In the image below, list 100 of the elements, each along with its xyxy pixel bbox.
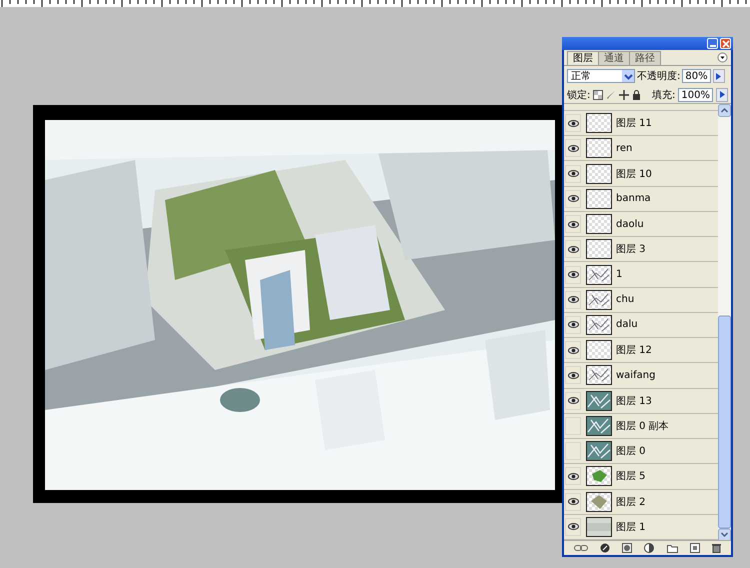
layer-name: ren	[616, 142, 632, 154]
layer-thumbnail	[586, 264, 612, 284]
eye-icon	[568, 120, 578, 127]
move-icon[interactable]	[619, 90, 630, 100]
layer-row[interactable]: 图层 12	[564, 338, 718, 364]
layer-name: 图层 13	[616, 394, 652, 408]
mask-icon[interactable]	[622, 543, 632, 553]
layer-thumbnail	[586, 340, 612, 360]
eye-icon	[568, 220, 578, 228]
panel-tab[interactable]: 图层	[567, 51, 599, 65]
visibility-toggle[interactable]	[565, 492, 581, 511]
visibility-toggle[interactable]	[565, 215, 581, 234]
visibility-toggle[interactable]	[565, 114, 581, 132]
eye-icon	[568, 170, 578, 178]
layer-row[interactable]: 图层 11	[564, 110, 718, 136]
visibility-toggle[interactable]	[565, 467, 581, 486]
visibility-toggle[interactable]	[565, 416, 581, 435]
layer-name: 图层 2	[616, 496, 646, 509]
layer-name: 图层 1	[616, 520, 646, 534]
eye-icon	[568, 144, 578, 152]
eye-icon	[568, 246, 578, 253]
eye-icon	[568, 321, 578, 328]
opacity-slider-button[interactable]	[712, 69, 725, 83]
opacity-label: 不透明度:	[637, 70, 680, 83]
layer-name: daolu	[616, 218, 644, 230]
layer-thumbnail	[586, 214, 612, 234]
fill-slider-button[interactable]	[716, 88, 728, 102]
layer-row[interactable]: 图层 1	[564, 514, 718, 540]
eye-icon	[568, 296, 578, 304]
lock-icon[interactable]	[632, 90, 642, 100]
visibility-toggle[interactable]	[565, 392, 581, 410]
fill-label: 填充:	[652, 88, 676, 102]
layer-row[interactable]: 图层 0	[564, 439, 718, 464]
close-icon	[722, 40, 730, 48]
layer-name: 图层 11	[616, 117, 652, 130]
eye-icon	[568, 195, 578, 202]
layer-row[interactable]: 1	[564, 262, 718, 288]
layer-row[interactable]: 图层 2	[564, 490, 718, 515]
triangle-icon	[720, 91, 724, 98]
trash-icon[interactable]	[712, 543, 721, 553]
eye-icon	[568, 372, 578, 379]
link-icon[interactable]	[574, 544, 588, 552]
visibility-toggle[interactable]	[565, 139, 581, 158]
panel-tab[interactable]: 通道	[598, 51, 630, 65]
visibility-toggle[interactable]	[565, 190, 581, 208]
adjustment-layer-icon[interactable]	[644, 543, 654, 553]
eye-icon	[568, 271, 578, 278]
visibility-toggle[interactable]	[565, 266, 581, 284]
visibility-toggle[interactable]	[565, 316, 581, 334]
opacity-field[interactable]: 80%	[682, 69, 711, 83]
layer-row[interactable]: waifang	[564, 363, 718, 389]
triangle-icon	[716, 72, 722, 80]
layer-thumbnail	[586, 188, 612, 209]
layer-name: banma	[616, 193, 651, 204]
layer-row[interactable]: 图层 10	[564, 161, 718, 187]
visibility-toggle[interactable]	[565, 341, 581, 360]
layer-name: chu	[616, 294, 634, 306]
layer-row[interactable]: 图层 13	[564, 388, 718, 414]
layer-row[interactable]: chu	[564, 288, 718, 313]
layer-row[interactable]: ren	[564, 136, 718, 162]
fill-field[interactable]: 100%	[678, 88, 713, 102]
layer-row[interactable]: 图层 5	[564, 464, 718, 490]
visibility-toggle[interactable]	[565, 518, 581, 536]
eye-icon	[568, 523, 578, 530]
visibility-toggle[interactable]	[565, 442, 581, 460]
layer-name: waifang	[616, 370, 656, 381]
layer-name: 图层 0 副本	[616, 420, 669, 433]
visibility-toggle[interactable]	[565, 290, 581, 309]
blend-mode-dropdown[interactable]: 正常	[567, 69, 635, 83]
layer-thumbnail	[586, 164, 612, 184]
layer-name: dalu	[616, 319, 638, 330]
layer-name: 图层 3	[616, 243, 646, 256]
layer-thumbnail	[586, 516, 612, 537]
layer-thumbnail	[586, 441, 612, 462]
scrollbar[interactable]	[718, 104, 731, 540]
lock-transparency-icon[interactable]	[593, 90, 604, 100]
new-layer-icon[interactable]	[690, 543, 700, 553]
layer-style-icon[interactable]	[600, 543, 610, 553]
eye-icon	[568, 498, 578, 506]
layer-thumbnail	[586, 113, 612, 134]
layer-thumbnail	[586, 138, 612, 158]
visibility-toggle[interactable]	[565, 164, 581, 183]
close-button[interactable]	[720, 38, 731, 49]
visibility-toggle[interactable]	[565, 366, 581, 384]
layer-thumbnail	[586, 390, 612, 411]
layer-row[interactable]: banma	[564, 186, 718, 212]
visibility-toggle[interactable]	[565, 240, 581, 258]
layer-row[interactable]: 图层 0 副本	[564, 414, 718, 440]
layer-row[interactable]: dalu	[564, 312, 718, 338]
layer-row[interactable]: 图层 3	[564, 237, 718, 262]
layer-thumbnail	[586, 416, 612, 436]
panel-menu-icon[interactable]	[717, 52, 728, 63]
minimize-button[interactable]	[707, 38, 718, 49]
layer-row[interactable]: daolu	[564, 212, 718, 238]
layer-thumbnail	[586, 314, 612, 335]
eye-icon	[568, 346, 578, 354]
panel-tab[interactable]: 路径	[629, 51, 661, 65]
folder-icon[interactable]	[666, 544, 678, 552]
layer-thumbnail	[586, 365, 612, 386]
lock-label: 锁定:	[567, 88, 590, 102]
